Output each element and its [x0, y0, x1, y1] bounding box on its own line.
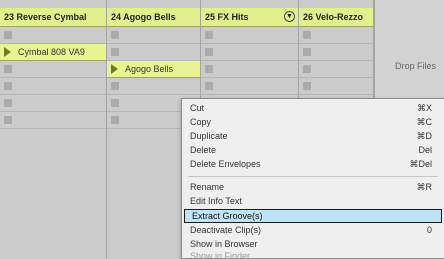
menu-item-label: Duplicate	[190, 131, 228, 141]
menu-item-label: Show in Finder	[190, 251, 251, 259]
clip-stop-button[interactable]	[111, 48, 119, 56]
menu-item-label: Edit Info Text	[190, 196, 242, 206]
clip-stop-button[interactable]	[205, 82, 213, 90]
menu-item-shortcut: Del	[418, 145, 432, 155]
menu-item-delete[interactable]: Delete Del	[182, 143, 444, 157]
clip-stop-button[interactable]	[205, 48, 213, 56]
menu-item-label: Deactivate Clip(s)	[190, 225, 262, 235]
menu-item-shortcut: ⌘R	[416, 182, 433, 192]
menu-item-label: Rename	[190, 182, 225, 192]
clip-stop-button[interactable]	[303, 82, 311, 90]
track-24-title: 24 Agogo Bells	[111, 12, 176, 22]
menu-item-shortcut: ⌘D	[416, 131, 433, 141]
track-24-header[interactable]: 24 Agogo Bells	[107, 8, 200, 27]
clip-slot[interactable]	[107, 78, 200, 95]
group-fold-icon[interactable]: ▼	[284, 11, 295, 22]
clip-slot[interactable]	[201, 44, 298, 61]
track-25-title: 25 FX Hits	[205, 12, 249, 22]
menu-item-copy[interactable]: Copy ⌘C	[182, 115, 444, 129]
clip-slot[interactable]	[299, 61, 373, 78]
menu-item-label: Copy	[190, 117, 212, 127]
menu-item-shortcut: ⌘X	[416, 103, 432, 113]
clip-stop-button[interactable]	[111, 31, 119, 39]
menu-item-rename[interactable]: Rename ⌘R	[182, 180, 444, 194]
clip-stop-button[interactable]	[4, 31, 12, 39]
menu-item-shortcut: ⌘Del	[409, 159, 432, 169]
clip-stop-button[interactable]	[303, 31, 311, 39]
clip-slot[interactable]	[0, 78, 106, 95]
menu-item-label: Show in Browser	[190, 239, 258, 249]
menu-item-delete-envelopes[interactable]: Delete Envelopes ⌘Del	[182, 157, 444, 171]
clip-stop-button[interactable]	[4, 65, 12, 73]
clip-stop-button[interactable]	[303, 48, 311, 56]
menu-item-deactivate-clips[interactable]: Deactivate Clip(s) 0	[182, 223, 444, 237]
clip-slot[interactable]	[299, 44, 373, 61]
clip-slot[interactable]	[201, 78, 298, 95]
menu-item-label: Delete	[190, 145, 217, 155]
track-26-title: 26 Velo-Rezzo	[303, 12, 364, 22]
clip-stop-button[interactable]	[4, 99, 12, 107]
clip-slot[interactable]	[0, 61, 106, 78]
menu-item-label: Cut	[190, 103, 205, 113]
menu-item-label: Delete Envelopes	[190, 159, 261, 169]
clip-stop-button[interactable]	[111, 99, 119, 107]
menu-separator	[188, 176, 438, 177]
track-26-header[interactable]: 26 Velo-Rezzo	[299, 8, 373, 27]
clip-name: Agogo Bells	[125, 64, 174, 74]
menu-item-show-in-finder: Show in Finder	[182, 251, 444, 259]
menu-item-shortcut: ⌘C	[416, 117, 433, 127]
menu-item-cut[interactable]: Cut ⌘X	[182, 101, 444, 115]
clip-context-menu: Cut ⌘X Copy ⌘C Duplicate ⌘D Delete Del D…	[181, 98, 444, 259]
play-icon[interactable]	[4, 47, 11, 57]
clip-stop-button[interactable]	[205, 65, 213, 73]
menu-item-extract-grooves[interactable]: Extract Groove(s)	[184, 209, 442, 223]
clip-agogo-bells[interactable]: Agogo Bells	[107, 61, 200, 78]
clip-slot[interactable]	[107, 27, 200, 44]
menu-item-label: Extract Groove(s)	[192, 211, 263, 221]
clip-cymbal-808[interactable]: Cymbal 808 VA9	[0, 44, 106, 61]
clip-slot[interactable]	[201, 27, 298, 44]
clip-slot[interactable]	[0, 95, 106, 112]
track-23-title: 23 Reverse Cymbal	[4, 12, 87, 22]
drop-files-label: Drop Files	[394, 61, 436, 71]
session-view: 23 Reverse Cymbal Cymbal 808 VA9 24 Agog…	[0, 0, 444, 259]
track-25-header[interactable]: 25 FX Hits ▼	[201, 8, 298, 27]
menu-item-show-in-browser[interactable]: Show in Browser	[182, 237, 444, 251]
clip-slot[interactable]	[0, 27, 106, 44]
clip-stop-button[interactable]	[303, 65, 311, 73]
clip-stop-button[interactable]	[111, 82, 119, 90]
clip-stop-button[interactable]	[4, 116, 12, 124]
clip-slot[interactable]	[201, 61, 298, 78]
track-23-column: 23 Reverse Cymbal Cymbal 808 VA9	[0, 0, 107, 259]
clip-slot[interactable]	[299, 27, 373, 44]
track-23-header[interactable]: 23 Reverse Cymbal	[0, 8, 106, 27]
clip-stop-button[interactable]	[4, 82, 12, 90]
clip-name: Cymbal 808 VA9	[18, 47, 85, 57]
clip-slot[interactable]	[107, 44, 200, 61]
play-icon[interactable]	[111, 64, 118, 74]
clip-stop-button[interactable]	[111, 116, 119, 124]
menu-item-duplicate[interactable]: Duplicate ⌘D	[182, 129, 444, 143]
clip-stop-button[interactable]	[205, 31, 213, 39]
clip-slot[interactable]	[299, 78, 373, 95]
menu-item-shortcut: 0	[426, 225, 432, 235]
clip-slot[interactable]	[0, 112, 106, 129]
menu-item-edit-info-text[interactable]: Edit Info Text	[182, 194, 444, 208]
